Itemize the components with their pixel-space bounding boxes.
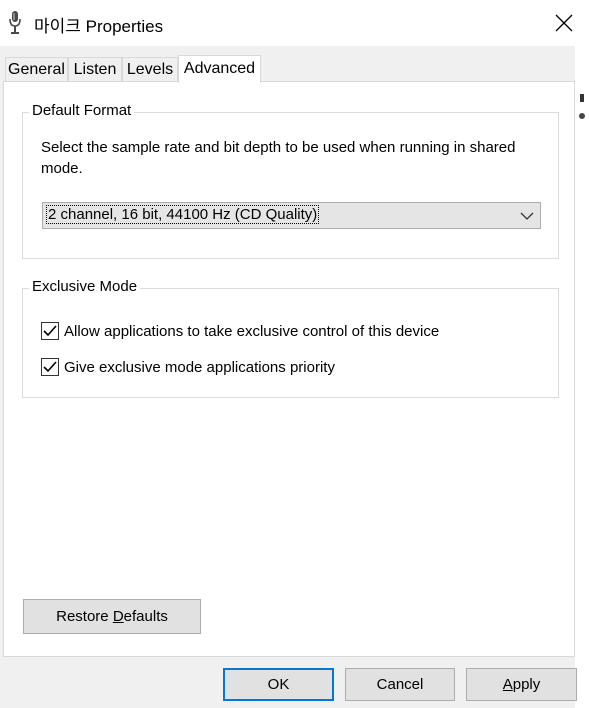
background-marker-icon (579, 113, 585, 119)
tab-listen[interactable]: Listen (68, 57, 122, 81)
default-format-legend: Default Format (29, 102, 135, 119)
tab-panel-advanced: Default Format Select the sample rate an… (3, 81, 575, 657)
cancel-button[interactable]: Cancel (345, 668, 455, 701)
apply-label-post: pply (512, 676, 541, 693)
background-window-edge (575, 46, 589, 708)
properties-dialog: 마이크 Properties General Listen Levels Adv… (0, 0, 589, 708)
restore-label-accel: D (112, 608, 124, 625)
apply-button[interactable]: Apply (466, 668, 577, 701)
exclusive-mode-legend: Exclusive Mode (29, 278, 141, 295)
sample-format-dropdown[interactable]: 2 channel, 16 bit, 44100 Hz (CD Quality) (42, 202, 541, 229)
exclusive-priority-option[interactable]: Give exclusive mode applications priorit… (41, 356, 335, 378)
exclusive-priority-label: Give exclusive mode applications priorit… (64, 358, 335, 376)
tab-levels[interactable]: Levels (122, 57, 178, 81)
restore-label-pre: Restore (56, 608, 113, 625)
exclusive-mode-group: Exclusive Mode Allow applications to tak… (22, 278, 559, 398)
title-bar: 마이크 Properties (0, 0, 589, 46)
restore-defaults-button[interactable]: Restore Defaults (23, 599, 201, 634)
close-button[interactable] (539, 0, 589, 46)
checkmark-icon (43, 325, 57, 337)
sample-format-selected-text: 2 channel, 16 bit, 44100 Hz (CD Quality) (46, 205, 320, 224)
window-title: 마이크 Properties (34, 17, 164, 36)
background-marker-icon (580, 94, 584, 102)
exclusive-priority-checkbox[interactable] (41, 358, 59, 376)
allow-exclusive-control-checkbox[interactable] (41, 322, 59, 340)
ok-button[interactable]: OK (223, 668, 334, 701)
chevron-down-icon (520, 212, 534, 220)
restore-label-post: efaults (123, 608, 168, 625)
default-format-description: Select the sample rate and bit depth to … (41, 139, 516, 177)
default-format-group: Default Format Select the sample rate an… (22, 102, 559, 259)
tab-advanced[interactable]: Advanced (178, 55, 261, 83)
checkmark-icon (43, 361, 57, 373)
apply-label-accel: A (502, 676, 513, 693)
microphone-icon (9, 11, 21, 34)
allow-exclusive-control-option[interactable]: Allow applications to take exclusive con… (41, 320, 439, 342)
tab-general[interactable]: General (5, 57, 68, 81)
close-icon (555, 14, 573, 32)
sample-format-selected: 2 channel, 16 bit, 44100 Hz (CD Quality) (46, 205, 320, 224)
allow-exclusive-control-label: Allow applications to take exclusive con… (64, 322, 440, 340)
